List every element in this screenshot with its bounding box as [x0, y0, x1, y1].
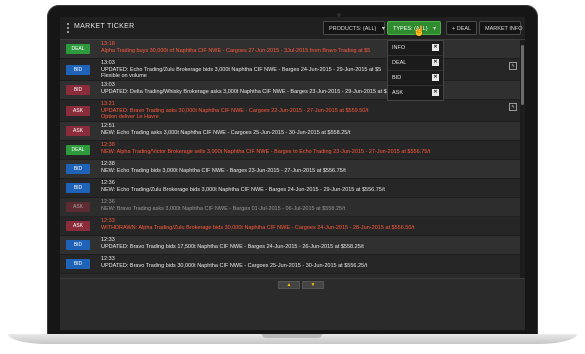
row-message: NEW: Bravo Trading asks 3,000t Naphtha C…: [101, 206, 346, 212]
type-badge: BID: [66, 85, 90, 95]
row-time: 12:36: [101, 199, 115, 205]
ticker-row[interactable]: BID 12:38 NEW: Echo Trading bids 3,000t …: [60, 160, 520, 179]
type-badge: BID: [66, 240, 90, 250]
hand-cursor-icon: ☝: [413, 26, 426, 37]
ticker-footer: ▲ ▼: [60, 278, 525, 330]
row-message: NEW: Alpha Trading/Victor Brokerage sell…: [101, 149, 431, 155]
types-option-info[interactable]: INFO ✕: [388, 41, 443, 56]
type-badge: ASK: [66, 126, 90, 136]
type-badge: BID: [66, 65, 90, 75]
row-time: 12:33: [101, 256, 115, 262]
option-label: INFO: [392, 45, 406, 51]
types-option-bid[interactable]: BID ✕: [388, 71, 443, 86]
type-badge: BID: [66, 164, 90, 174]
ticker-row[interactable]: BID 13:03 UPDATED: Delta Trading/Whisky …: [60, 81, 520, 100]
checkbox-icon[interactable]: ✕: [432, 89, 439, 96]
drag-handle-icon[interactable]: [67, 23, 71, 33]
ticker-row[interactable]: DEAL 13:18 Alpha Trading buys 30,000t of…: [60, 40, 520, 59]
market-ticker-header: MARKET TICKER PRODUCTS: (ALL) ▾ TYPES: (…: [60, 17, 525, 40]
checkbox-icon[interactable]: ✕: [432, 59, 439, 66]
type-badge: BID: [66, 183, 90, 193]
row-message: UPDATED: Delta Trading/Whisky Brokerage …: [101, 89, 407, 95]
ticker-row[interactable]: BID 13:03 UPDATED: Echo Trading/Zulu Bro…: [60, 59, 520, 81]
row-note: Flexible on volume: [101, 73, 147, 79]
type-badge: ASK: [66, 221, 90, 231]
screen: MARKET TICKER PRODUCTS: (ALL) ▾ TYPES: (…: [60, 17, 525, 330]
type-badge: ASK: [66, 106, 90, 116]
row-message: NEW: Echo Trading/Zulu Brokerage bids 3,…: [101, 187, 385, 193]
ticker-row[interactable]: BID 12:33 UPDATED: Bravo Trading bids 17…: [60, 236, 520, 255]
row-message: UPDATED: Bravo Trading bids 30,000t Naph…: [101, 263, 368, 269]
option-label: ASK: [392, 90, 404, 96]
chevron-down-icon: ▾: [433, 26, 437, 32]
ticker-row[interactable]: ASK 13:21 UPDATED: Bravo Trading asks 30…: [60, 100, 520, 122]
ticker-row[interactable]: ASK 12:36 NEW: Bravo Trading asks 3,000t…: [60, 198, 520, 217]
row-time: 13:21: [101, 101, 115, 107]
row-message: Alpha Trading buys 30,000t of Naphtha CI…: [101, 48, 371, 54]
row-message: UPDATED: Bravo Trading bids 17,500t Naph…: [101, 244, 364, 250]
row-note: Option deliver Le Havre: [101, 114, 159, 120]
checkbox-icon[interactable]: ✕: [432, 74, 439, 81]
row-message: WITHDRAWN: Alpha Trading/Zulu Brokerage …: [101, 225, 415, 231]
edit-icon[interactable]: ✎: [509, 62, 517, 70]
edit-icon[interactable]: ✎: [509, 103, 517, 111]
type-badge: ASK: [66, 202, 90, 212]
row-message: NEW: Echo Trading asks 3,000t Naphtha CI…: [101, 130, 351, 136]
panel-title: MARKET TICKER: [74, 23, 135, 30]
option-label: BID: [392, 75, 402, 81]
ticker-row[interactable]: DEAL 12:38 NEW: Alpha Trading/Victor Bro…: [60, 141, 520, 160]
types-dropdown-menu: INFO ✕ DEAL ✕ BID ✕ ASK ✕: [387, 40, 444, 101]
laptop-notch: [262, 334, 322, 338]
ticker-row[interactable]: ASK 12:33 WITHDRAWN: Alpha Trading/Zulu …: [60, 217, 520, 236]
checkbox-icon[interactable]: ✕: [432, 44, 439, 51]
type-badge: DEAL: [66, 44, 90, 54]
add-deal-button[interactable]: + DEAL: [446, 21, 477, 35]
row-time: 12:33: [101, 218, 115, 224]
types-option-ask[interactable]: ASK ✕: [388, 86, 443, 100]
type-badge: DEAL: [66, 145, 90, 155]
types-option-deal[interactable]: DEAL ✕: [388, 56, 443, 71]
row-time: 13:03: [101, 82, 115, 88]
row-message: NEW: Echo Trading bids 3,000t Naphtha CI…: [101, 168, 346, 174]
row-time: 13:03: [101, 60, 115, 66]
scroll-up-icon[interactable]: ▲: [278, 281, 300, 289]
option-label: DEAL: [392, 60, 407, 66]
scroll-down-icon[interactable]: ▼: [302, 281, 324, 289]
ticker-row[interactable]: BID 12:33 UPDATED: Bravo Trading bids 30…: [60, 255, 520, 274]
market-info-button[interactable]: MARKET INFO: [479, 21, 523, 35]
products-filter-button[interactable]: PRODUCTS: (ALL) ▾: [323, 21, 385, 35]
ticker-row[interactable]: ASK 12:51 NEW: Echo Trading asks 3,000t …: [60, 122, 520, 141]
ticker-row[interactable]: BID 12:36 NEW: Echo Trading/Zulu Brokera…: [60, 179, 520, 198]
row-time: 13:18: [101, 41, 115, 47]
row-time: 12:33: [101, 237, 115, 243]
row-time: 12:36: [101, 180, 115, 186]
products-filter-label: PRODUCTS: (ALL): [329, 26, 377, 32]
scrollbar-thumb[interactable]: [521, 45, 524, 105]
chevron-down-icon: ▾: [381, 26, 385, 32]
row-time: 12:51: [101, 123, 115, 129]
row-time: 12:38: [101, 142, 115, 148]
type-badge: BID: [66, 259, 90, 269]
ticker-list[interactable]: DEAL 13:18 Alpha Trading buys 30,000t of…: [60, 40, 520, 278]
row-time: 12:38: [101, 161, 115, 167]
